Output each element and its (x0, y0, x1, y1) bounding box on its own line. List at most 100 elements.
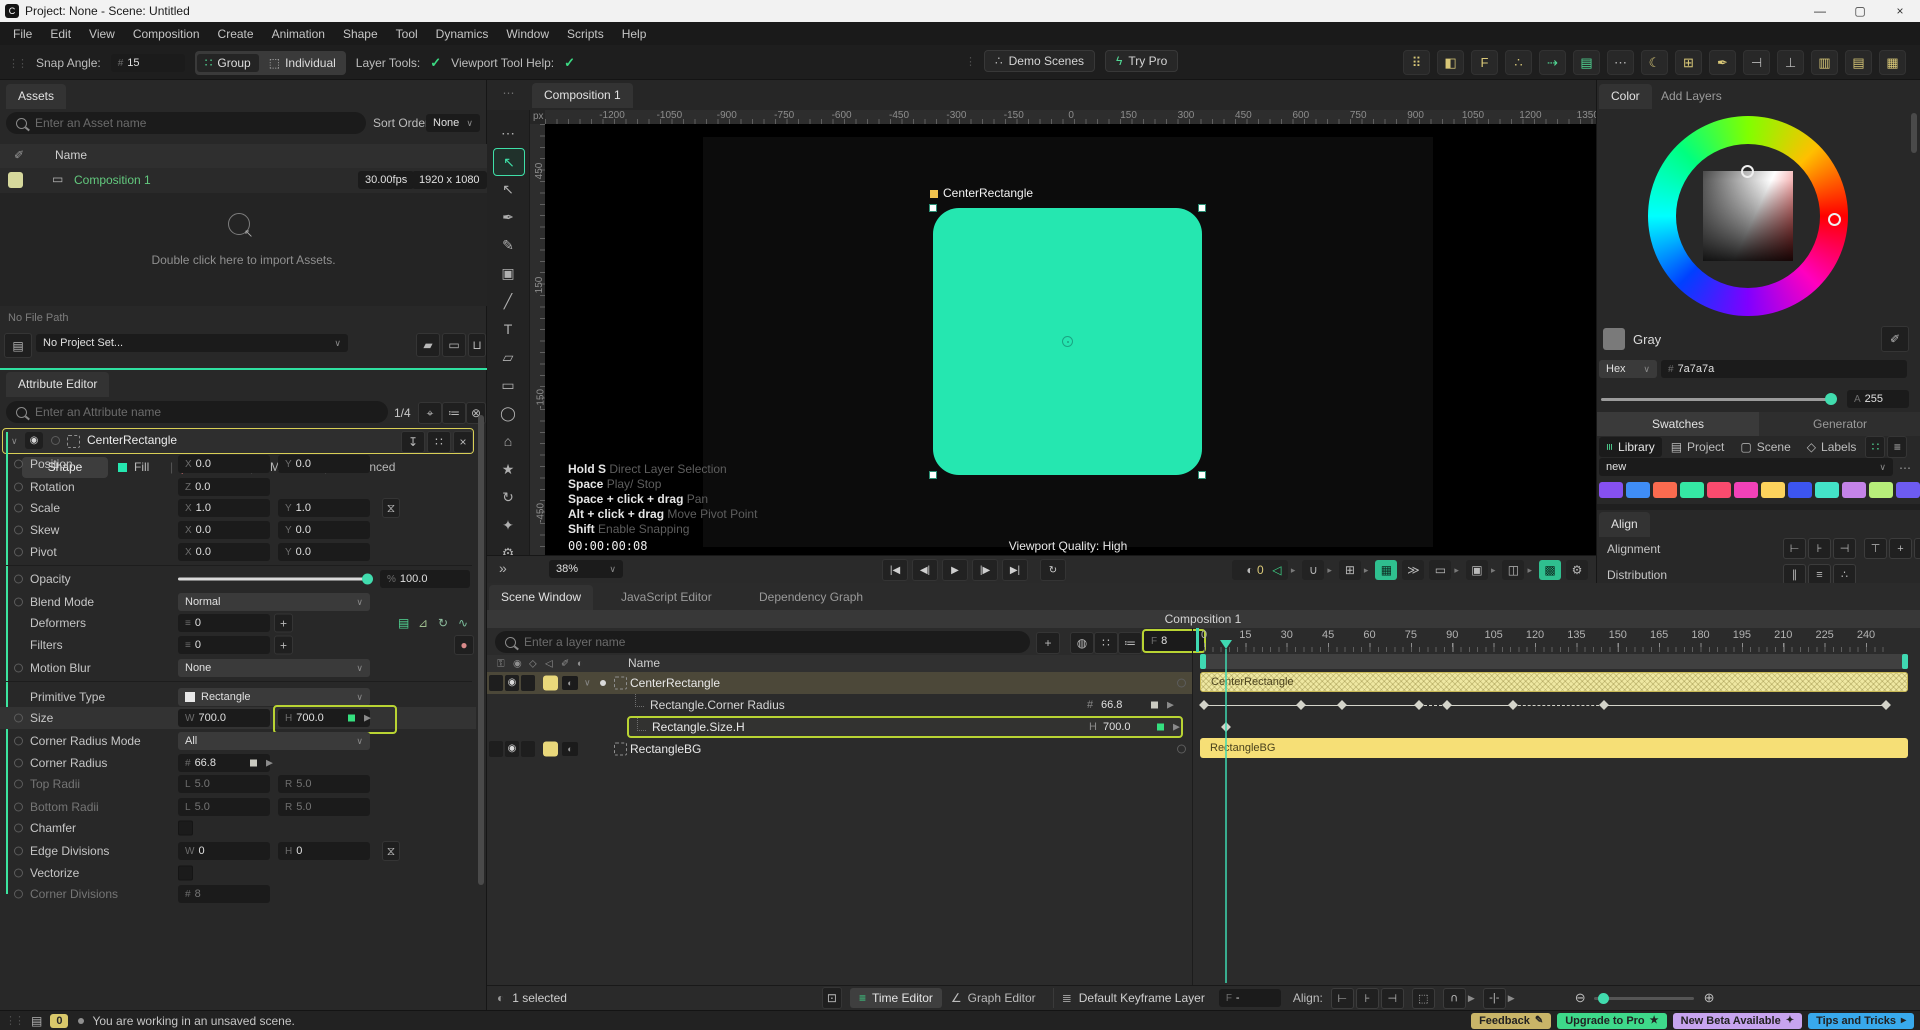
audio-icon[interactable]: ◁ (1265, 560, 1288, 580)
green-bars-icon[interactable]: ▤ (1573, 50, 1600, 75)
align-right-button[interactable]: ⊣ (1833, 538, 1856, 559)
keyframe-toggle[interactable] (14, 823, 23, 833)
menu-item-file[interactable]: File (4, 25, 41, 43)
attribute-search[interactable] (6, 401, 388, 423)
grid-dots-icon[interactable]: ⠿ (1403, 50, 1430, 75)
menu-item-animation[interactable]: Animation (263, 25, 334, 43)
keyframe-toggle[interactable] (14, 503, 23, 513)
visibility-cell[interactable]: ◉ (505, 741, 519, 757)
onion-skin-button[interactable]: ◍ (1070, 632, 1094, 654)
rectangle-tool[interactable]: ▭ (493, 372, 523, 398)
project-set-icon[interactable]: ▤ (4, 333, 32, 358)
frame-badge-icon[interactable]: F (1471, 50, 1498, 75)
selection-handle[interactable] (1198, 204, 1206, 212)
layout-icon[interactable]: ▦ (1375, 560, 1398, 580)
menu-item-create[interactable]: Create (209, 25, 263, 43)
node-add-button[interactable]: ∷ (427, 431, 451, 453)
add-filter-button[interactable]: ≔ (442, 402, 466, 424)
add-layer-button[interactable]: + (1036, 632, 1060, 654)
asset-search-input[interactable] (33, 115, 356, 131)
keyframe-diamond[interactable] (1441, 700, 1452, 710)
list-timeline-divider[interactable] (1192, 628, 1193, 985)
position-y-field[interactable]: Y 0.0 (278, 455, 370, 473)
top-radii-r-field[interactable]: R 5.0 (278, 775, 370, 793)
close-attributes-button[interactable]: × (453, 431, 473, 453)
camera-chip[interactable]: ◐ (562, 676, 578, 690)
hue-picker[interactable] (1828, 213, 1841, 226)
playhead-handle[interactable] (1220, 640, 1233, 649)
camera-chip[interactable]: ◐ (562, 742, 578, 756)
wave-icon[interactable]: ∿ (458, 616, 468, 630)
select-tool[interactable]: ↖ (493, 148, 525, 176)
expression-triangle-icon[interactable]: ▶ (266, 758, 273, 769)
menu-item-edit[interactable]: Edit (41, 25, 80, 43)
magnet-icon[interactable]: ∪ (1302, 560, 1325, 580)
dashed-arrow-icon[interactable]: ⇢ (1539, 50, 1566, 75)
align-center-h-button[interactable]: ⊦ (1808, 538, 1831, 559)
text-tool[interactable]: T (493, 316, 523, 342)
filters-field[interactable]: ≡ 0 (178, 636, 270, 654)
keyframe-toggle[interactable] (14, 846, 23, 856)
snapshot-icon[interactable]: ◫ (1502, 560, 1525, 580)
source-project-button[interactable]: ▤ Project (1664, 437, 1732, 457)
timeline-ruler-labels[interactable]: 0 15 30 45 60 75 90 105 120 135 150 165 180 195 210 225… (1201, 629, 1884, 643)
asset-search[interactable] (6, 112, 366, 134)
layer-name[interactable]: RectangleBG (630, 742, 701, 756)
keyframe-diamond-icon[interactable] (1157, 723, 1164, 731)
keyframe-toggle[interactable] (14, 736, 23, 746)
edge-divisions-h-field[interactable]: H0 (278, 842, 370, 860)
render-cell[interactable] (521, 675, 535, 691)
play-button[interactable]: ▶ (942, 559, 968, 581)
panel-divider-accent[interactable] (0, 368, 487, 370)
opacity-slider[interactable] (178, 577, 370, 581)
attribute-search-input[interactable] (33, 404, 378, 420)
size-w-field[interactable]: W 700.0 (178, 709, 270, 727)
columns-a-icon[interactable]: ▥ (1811, 50, 1838, 75)
color-mode-dropdown[interactable]: Hex ∨ (1599, 360, 1657, 378)
camera-tool[interactable]: ▣ (493, 260, 523, 286)
snap-options-icon[interactable]: ▶ (1508, 993, 1515, 1004)
tips-tricks-badge[interactable]: Tips and Tricks ▸ (1808, 1012, 1914, 1029)
trash-button[interactable]: ⊔ (468, 333, 486, 357)
pen-icon[interactable]: ✒ (1709, 50, 1736, 75)
layer-color-chip[interactable] (543, 675, 558, 691)
corner-radius-mode-dropdown[interactable]: All ∨ (178, 732, 370, 750)
time-editor-button[interactable]: ≡ Time Editor (849, 988, 942, 1008)
keyframe-toggle[interactable] (14, 482, 23, 492)
dock-toggle-button[interactable]: ⊡ (821, 987, 842, 1009)
selection-handle[interactable] (929, 471, 937, 479)
lock-cell[interactable] (489, 675, 503, 691)
tab-assets[interactable]: Assets (6, 84, 67, 109)
layer-tools-checkbox[interactable]: ✓ (430, 55, 441, 71)
go-to-start-button[interactable]: |◀ (882, 559, 908, 581)
layer-row-size-h[interactable]: Rectangle.Size.H H 700.0 ▶ (627, 716, 1183, 738)
solo-circle-icon[interactable] (51, 436, 60, 445)
alpha-slider[interactable] (1601, 398, 1833, 401)
playhead-snap-button[interactable]: -|- (1482, 987, 1506, 1009)
snapshot-icon-options[interactable]: ▸ (1527, 565, 1532, 576)
composition-name[interactable]: Composition 1 (74, 173, 151, 187)
motion-blur-dropdown[interactable]: None ∨ (178, 659, 370, 677)
zoom-dropdown[interactable]: 38% ∨ (549, 560, 623, 578)
viewport-tool-help-checkbox[interactable]: ✓ (564, 55, 575, 71)
pen-tool[interactable]: ✒ (493, 204, 523, 230)
align-distribute-icon[interactable]: ⊥ (1777, 50, 1804, 75)
expand-tools-icon[interactable]: » (499, 560, 507, 576)
collapse-icon[interactable]: ∨ (11, 436, 18, 447)
step-back-button[interactable]: ◀| (912, 559, 938, 581)
audio-column-icon[interactable]: ◁ (545, 658, 553, 669)
chamfer-checkbox[interactable] (178, 820, 193, 836)
keyframe-toggle[interactable] (14, 889, 23, 899)
layer-search-input[interactable] (522, 634, 1020, 650)
align-left-button[interactable]: ⊢ (1783, 538, 1806, 559)
menu-item-tool[interactable]: Tool (387, 25, 427, 43)
keyframe-toggle[interactable] (1177, 744, 1186, 754)
footer-frame-field[interactable]: F- (1218, 989, 1281, 1007)
attribute-name[interactable]: Rectangle.Size.H (652, 720, 745, 734)
position-x-field[interactable]: X 0.0 (178, 455, 270, 473)
moon-icon[interactable]: ☾ (1641, 50, 1668, 75)
loop-button[interactable]: ↻ (1040, 559, 1066, 581)
attribute-value[interactable]: 66.8 (1101, 699, 1122, 711)
layer-color-chip[interactable] (543, 741, 558, 757)
sparkle-tool[interactable]: ✦ (493, 512, 523, 538)
